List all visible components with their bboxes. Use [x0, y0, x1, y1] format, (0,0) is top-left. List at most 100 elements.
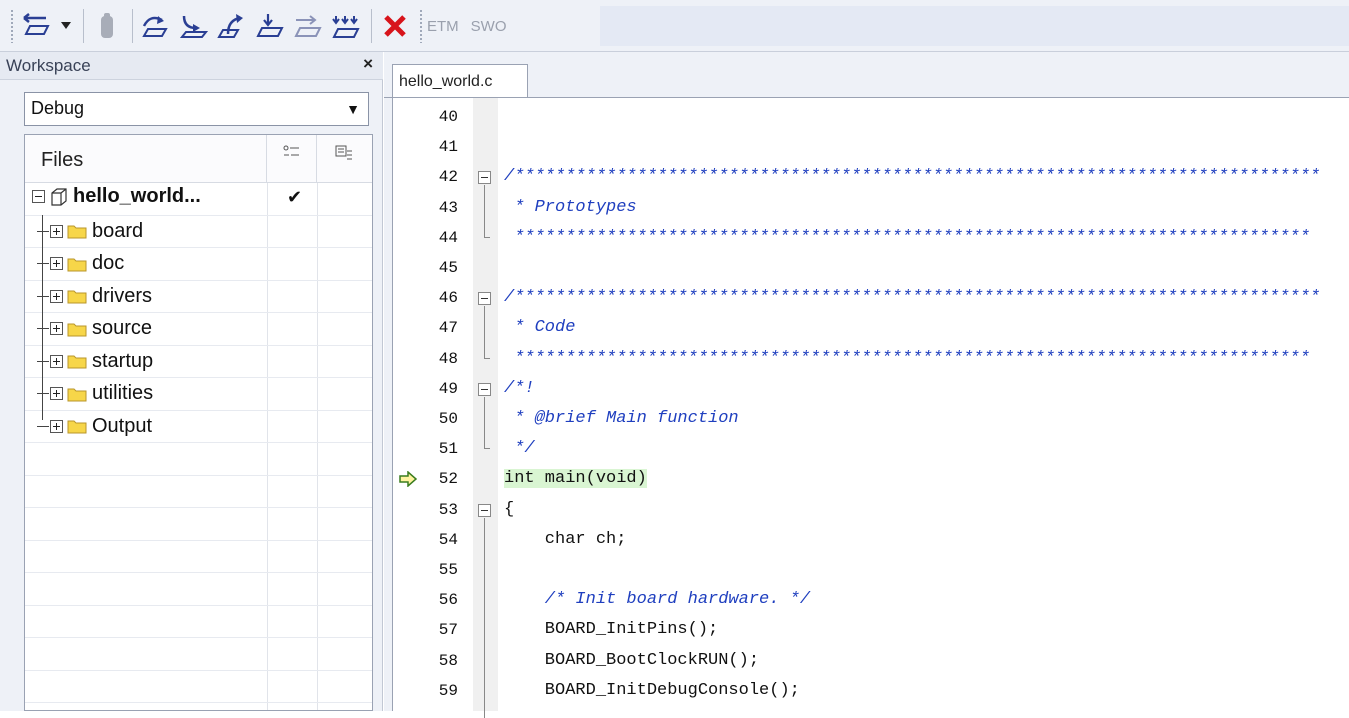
project-name: hello_world...	[73, 185, 201, 207]
tree-group-source[interactable]: source	[25, 313, 372, 346]
table-cell	[267, 703, 317, 710]
code-text-area[interactable]: /***************************************…	[499, 98, 1349, 711]
configuration-select[interactable]: Debug ▼	[24, 92, 369, 126]
table-cell	[317, 215, 372, 247]
expand-icon[interactable]	[50, 257, 63, 271]
expand-icon[interactable]	[50, 322, 63, 336]
code-line[interactable]: BOARD_InitPins();	[504, 620, 718, 639]
table-cell	[267, 443, 317, 475]
expand-icon[interactable]	[50, 387, 63, 401]
tree-group-board[interactable]: board	[25, 215, 372, 248]
code-line[interactable]: */	[504, 439, 534, 458]
group-label: startup	[92, 349, 154, 372]
tree-group-startup[interactable]: startup	[25, 345, 372, 378]
code-line[interactable]: /*!	[504, 379, 535, 398]
fold-end-marker	[484, 236, 490, 238]
reset-icon[interactable]	[18, 8, 54, 44]
tree-connector-line	[37, 328, 49, 330]
toolbar-grip[interactable]	[10, 9, 14, 43]
line-number: 51	[438, 440, 458, 459]
break-icon[interactable]	[89, 8, 125, 44]
fold-end-marker	[484, 448, 490, 450]
code-line[interactable]: BOARD_InitDebugConsole();	[504, 681, 800, 700]
group-label: source	[92, 317, 153, 340]
line-number: 56	[438, 591, 458, 610]
tree-group-output[interactable]: Output	[25, 410, 372, 443]
expand-icon[interactable]	[50, 224, 63, 238]
workspace-close-button[interactable]: ×	[363, 54, 373, 74]
step-into-icon[interactable]	[176, 8, 212, 44]
file-options-icon	[283, 145, 299, 156]
code-line[interactable]: ****************************************…	[504, 349, 1310, 368]
options-column-header[interactable]	[267, 135, 317, 183]
group-label: board	[92, 219, 144, 242]
stop-debugging-icon[interactable]	[377, 8, 413, 44]
line-number: 49	[438, 379, 458, 398]
code-line[interactable]: * @brief Main function	[504, 409, 738, 428]
run-to-cursor-icon[interactable]	[290, 8, 326, 44]
tab-label: hello_world.c	[399, 73, 493, 90]
current-code-line[interactable]: int main(void)	[504, 469, 647, 489]
expand-icon[interactable]	[50, 354, 63, 368]
chevron-down-icon[interactable]	[56, 8, 76, 44]
table-cell	[267, 540, 317, 572]
swo-button[interactable]: SWO	[471, 18, 507, 35]
table-cell	[317, 638, 372, 670]
tree-group-doc[interactable]: doc	[25, 248, 372, 281]
table-cell	[267, 313, 317, 345]
expand-icon[interactable]	[50, 289, 63, 303]
step-out-icon[interactable]	[214, 8, 250, 44]
table-cell	[317, 313, 372, 345]
code-line[interactable]: BOARD_BootClockRUN();	[504, 651, 759, 670]
table-cell	[317, 443, 372, 475]
editor-pane: hello_world.c /*************************…	[384, 52, 1349, 718]
toolbar-grip[interactable]	[419, 9, 423, 43]
code-editor[interactable]: /***************************************…	[392, 98, 1349, 718]
go-icon[interactable]	[328, 8, 364, 44]
tab-hello-world-c[interactable]: hello_world.c	[392, 64, 528, 98]
table-cell	[267, 605, 317, 637]
folder-icon	[67, 323, 87, 337]
fold-collapse-icon[interactable]	[478, 382, 491, 396]
line-number: 43	[438, 198, 458, 217]
code-line[interactable]: /***************************************…	[504, 288, 1320, 307]
fold-collapse-icon[interactable]	[478, 171, 491, 185]
collapse-icon[interactable]	[32, 190, 45, 203]
toolbar-separator	[371, 9, 372, 43]
step-over-icon[interactable]	[138, 8, 174, 44]
tree-connector-line	[42, 215, 43, 420]
tree-group-drivers[interactable]: drivers	[25, 280, 372, 313]
etm-button[interactable]: ETM	[427, 18, 459, 35]
empty-row	[25, 703, 372, 710]
toolbar-separator	[132, 9, 133, 43]
table-cell	[317, 670, 372, 702]
compile-column-header[interactable]	[317, 135, 372, 183]
project-row[interactable]: hello_world... ✔	[25, 183, 372, 216]
chevron-down-icon[interactable]: ▼	[346, 101, 360, 117]
files-column-header[interactable]: Files	[25, 135, 267, 183]
expand-icon[interactable]	[50, 419, 63, 433]
code-line[interactable]: {	[504, 500, 514, 519]
code-line[interactable]: /***************************************…	[504, 167, 1320, 186]
fold-collapse-icon[interactable]	[478, 503, 491, 517]
line-number: 45	[438, 259, 458, 277]
files-tree-panel: Files hello_world... ✔ board doc drivers…	[24, 134, 373, 711]
code-line[interactable]: * Code	[504, 318, 575, 337]
folder-icon	[67, 388, 87, 402]
code-line[interactable]: ****************************************…	[504, 228, 1310, 247]
table-cell	[267, 378, 317, 410]
table-cell	[267, 573, 317, 605]
code-line[interactable]: char ch;	[504, 530, 627, 549]
table-cell	[267, 248, 317, 280]
line-number-gutter[interactable]	[393, 98, 498, 711]
empty-row	[25, 605, 372, 638]
line-number: 59	[438, 681, 458, 700]
code-line[interactable]: * Prototypes	[504, 198, 636, 217]
tree-connector-line	[37, 230, 49, 232]
fold-collapse-icon[interactable]	[478, 292, 491, 306]
tree-group-utilities[interactable]: utilities	[25, 378, 372, 411]
file-tree: hello_world... ✔ board doc drivers source st…	[25, 183, 372, 710]
code-line[interactable]: /* Init board hardware. */	[504, 590, 810, 609]
empty-row	[25, 475, 372, 508]
next-statement-icon[interactable]	[252, 8, 288, 44]
